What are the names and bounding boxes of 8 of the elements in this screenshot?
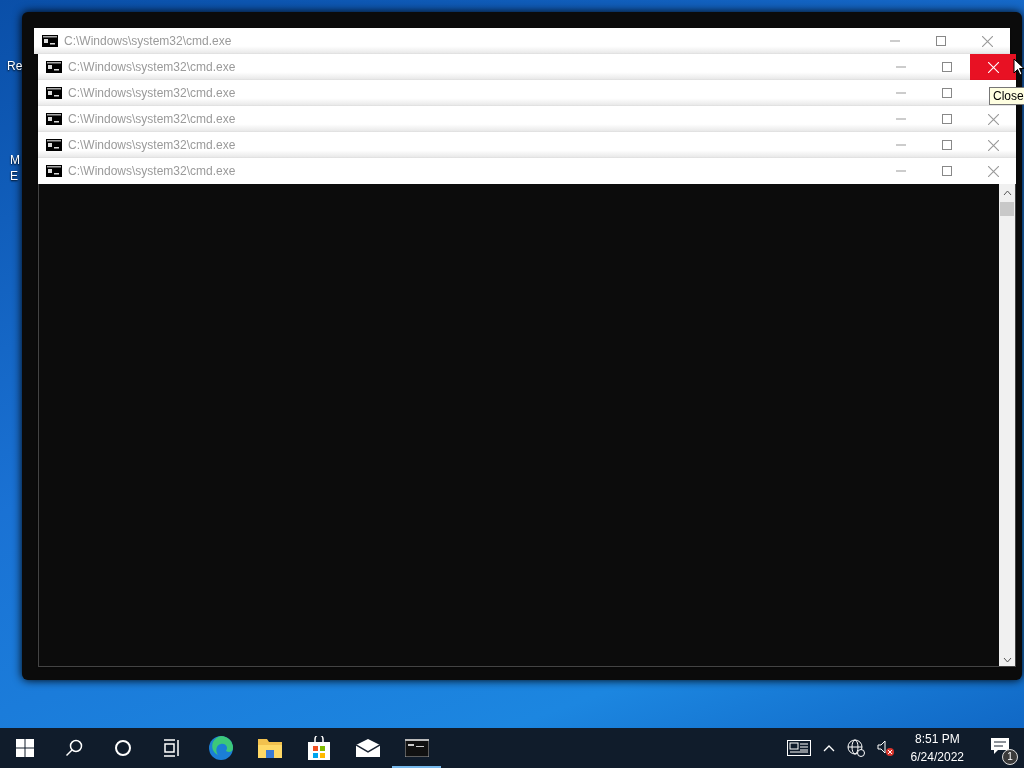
- notification-badge: 1: [1002, 749, 1018, 765]
- window-title: C:\Windows\system32\cmd.exe: [68, 60, 236, 74]
- window-title: C:\Windows\system32\cmd.exe: [64, 34, 232, 48]
- window-title: C:\Windows\system32\cmd.exe: [68, 86, 236, 100]
- window-title: C:\Windows\system32\cmd.exe: [68, 112, 236, 126]
- tooltip: Close: [989, 87, 1024, 105]
- window-title: C:\Windows\system32\cmd.exe: [68, 138, 236, 152]
- window-title: C:\Windows\system32\cmd.exe: [68, 164, 236, 178]
